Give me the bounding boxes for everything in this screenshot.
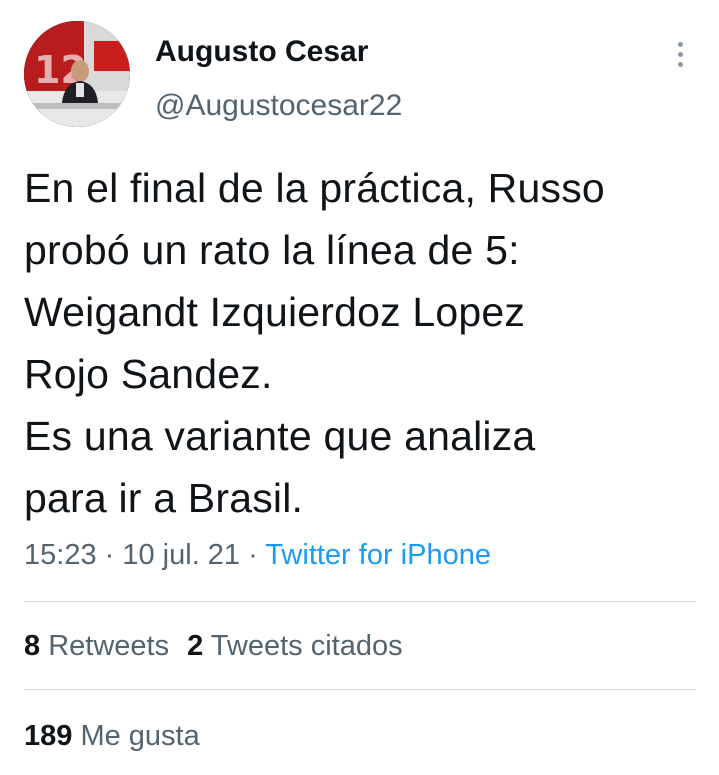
tweet-metadata: 15:23 · 10 jul. 21 · Twitter for iPhone <box>24 535 491 575</box>
tweet-time[interactable]: 15:23 <box>24 539 97 571</box>
more-options-icon[interactable] <box>665 36 695 72</box>
retweets-stat[interactable]: 8 Retweets <box>24 630 169 662</box>
divider <box>24 689 696 690</box>
tweet-text: En el final de la práctica, Russo probó … <box>24 165 605 521</box>
avatar[interactable]: 12 <box>24 21 130 127</box>
dot <box>677 51 683 57</box>
author-info[interactable]: Augusto Cesar @Augustocesar22 <box>155 30 402 128</box>
author-display-name[interactable]: Augusto Cesar <box>155 30 402 74</box>
dot <box>677 61 683 67</box>
profile-photo: 12 <box>24 21 130 127</box>
tweet-source-link[interactable]: Twitter for iPhone <box>265 539 491 571</box>
likes-stats: 189 Me gusta <box>24 716 200 756</box>
separator: · <box>240 539 266 571</box>
likes-count: 189 <box>24 720 73 752</box>
likes-stat[interactable]: 189 Me gusta <box>24 720 200 752</box>
author-handle[interactable]: @Augustocesar22 <box>155 84 402 128</box>
engagement-stats: 8 Retweets 2 Tweets citados <box>24 626 403 666</box>
retweets-count: 8 <box>24 630 41 662</box>
dot <box>677 41 683 47</box>
likes-label: Me gusta <box>72 720 200 752</box>
separator: · <box>96 539 123 571</box>
tweet-detail: 12 Augusto Cesar @Augustocesar22 En el f… <box>0 0 719 775</box>
retweets-label: Retweets <box>40 630 170 662</box>
quote-tweets-label: Tweets citados <box>203 630 403 662</box>
divider <box>24 601 696 602</box>
quote-tweets-count: 2 <box>187 630 204 662</box>
quote-tweets-stat[interactable]: 2 Tweets citados <box>187 630 403 662</box>
tweet-date[interactable]: 10 jul. 21 <box>122 539 240 571</box>
